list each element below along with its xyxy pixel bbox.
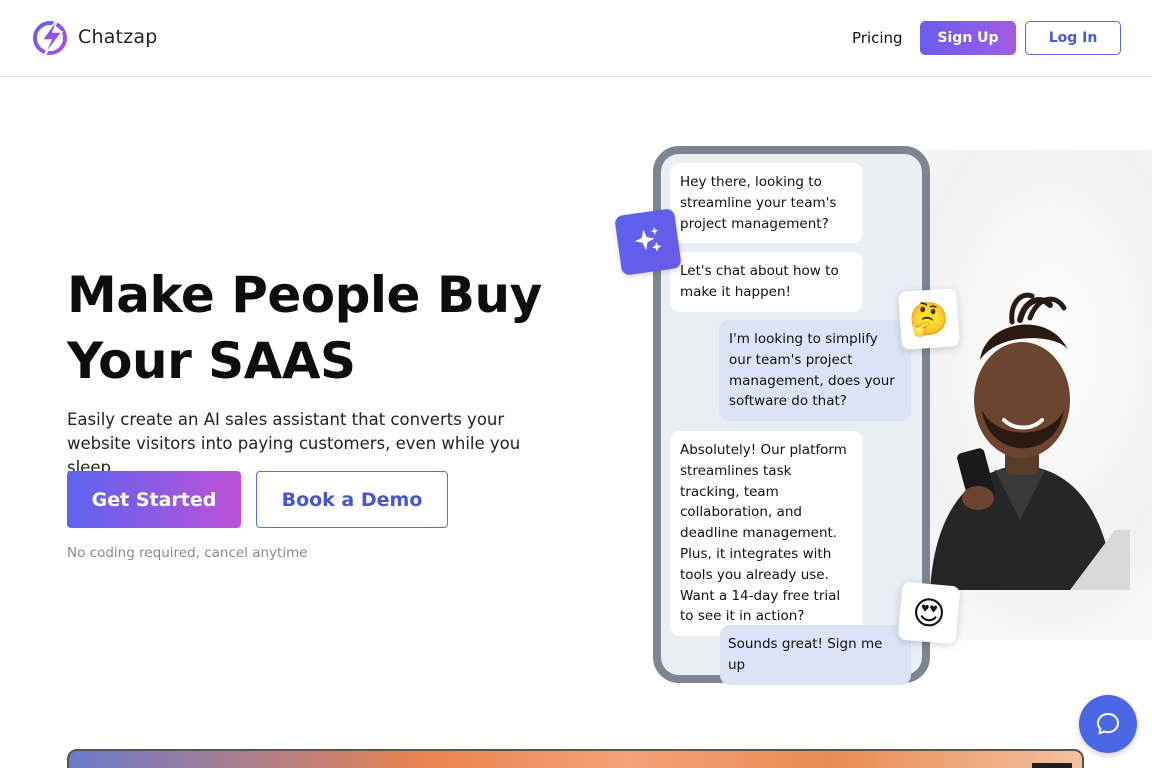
- chat-message-bot: Hey there, looking to streamline your te…: [670, 163, 863, 244]
- nav-pricing-link[interactable]: Pricing: [852, 29, 903, 47]
- chat-message-user: I'm looking to simplify our team's proje…: [719, 320, 911, 422]
- chatzap-logo-icon: [33, 17, 67, 57]
- hero-note: No coding required, cancel anytime: [67, 545, 308, 561]
- chat-message-bot: Absolutely! Our platform streamlines tas…: [670, 431, 863, 637]
- preview-dark-panel: [1032, 763, 1072, 768]
- chat-message-bot: Let's chat about how to make it happen!: [670, 252, 863, 312]
- chat-widget-button[interactable]: [1079, 695, 1137, 753]
- heart-eyes-face-icon: 😍: [910, 592, 948, 634]
- thinking-emoji-badge: 🤔: [898, 288, 960, 350]
- hero-title-line-1: Make People Buy: [67, 266, 542, 324]
- book-demo-button[interactable]: Book a Demo: [256, 471, 448, 528]
- hero-title: Make People Buy Your SAAS: [67, 262, 587, 394]
- log-in-button[interactable]: Log In: [1025, 21, 1121, 55]
- hero-title-line-2: Your SAAS: [67, 332, 356, 390]
- chat-message-user: Sounds great! Sign me up: [720, 625, 911, 685]
- heart-eyes-emoji-badge: 😍: [897, 581, 961, 645]
- get-started-button[interactable]: Get Started: [67, 471, 241, 528]
- sparkle-icon: [634, 227, 662, 252]
- product-preview-frame: [67, 749, 1084, 768]
- chat-bubble-icon: [1097, 713, 1119, 735]
- thinking-face-icon: 🤔: [907, 298, 951, 340]
- hero-subtitle: Easily create an AI sales assistant that…: [67, 410, 521, 477]
- brand-logo[interactable]: Chatzap: [30, 16, 157, 58]
- top-header: Chatzap Pricing Sign Up Log In: [0, 0, 1152, 77]
- sign-up-button[interactable]: Sign Up: [920, 21, 1016, 55]
- brand-name: Chatzap: [78, 26, 158, 48]
- sparkle-badge: [614, 208, 682, 276]
